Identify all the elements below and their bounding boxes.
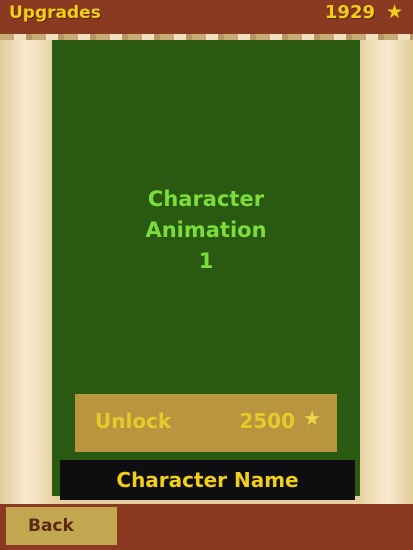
unlock-button[interactable]: Unlock 2500 ★ (75, 394, 337, 452)
unlock-price: 2500 (239, 409, 295, 433)
character-name-bar: Character Name (60, 460, 355, 500)
preview-line-1: Character (147, 187, 265, 211)
animation-preview-text: Character Animation 1 (52, 184, 360, 277)
preview-line-3: 1 (198, 249, 214, 273)
unlock-label: Unlock (95, 409, 172, 433)
back-label: Back (28, 516, 74, 536)
character-name: Character Name (116, 468, 299, 492)
star-icon: ★ (303, 406, 321, 430)
page-title: Upgrades (9, 3, 101, 23)
back-button[interactable]: Back (6, 507, 117, 545)
star-icon: ★ (385, 1, 403, 23)
preview-line-2: Animation (145, 218, 267, 242)
coin-count: 1929 (324, 2, 375, 23)
